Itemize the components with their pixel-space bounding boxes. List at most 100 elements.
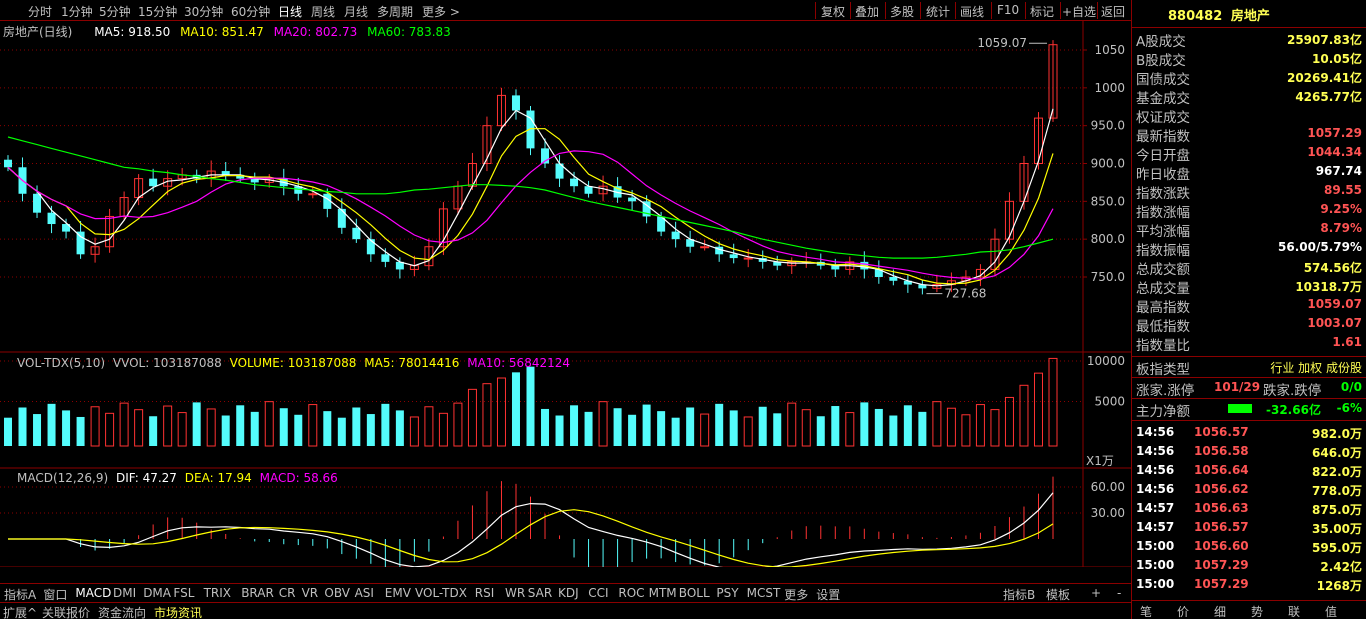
candle-body xyxy=(337,208,346,228)
fall-count-value: 0/0 xyxy=(1340,380,1362,394)
stat-value: 1.61 xyxy=(1332,335,1362,349)
tick-row[interactable]: 14:56 1056.62 778.0万 xyxy=(1136,480,1362,499)
tick-row[interactable]: 15:00 1057.29 1268万 xyxy=(1136,575,1362,594)
indicator-tab[interactable]: BOLL xyxy=(679,586,710,600)
period-daily[interactable]: 日线 xyxy=(278,3,302,20)
indicator-tab[interactable]: VOL-TDX xyxy=(415,586,467,600)
volume-bar xyxy=(366,414,375,446)
main-net-value: -32.66亿 xyxy=(1266,403,1321,417)
tick-row[interactable]: 15:00 1056.60 595.0万 xyxy=(1136,537,1362,556)
related-quotes-tab[interactable]: 关联报价 xyxy=(42,604,90,619)
period-more[interactable]: 更多 > xyxy=(422,3,460,20)
stats-button[interactable]: 统计 xyxy=(926,3,950,20)
indicator-tab[interactable]: CR xyxy=(279,586,296,600)
indicator-tab[interactable]: OBV xyxy=(324,586,350,600)
price-tick-label: 1050 xyxy=(1094,43,1125,57)
expand-tab[interactable]: 扩展^ xyxy=(3,604,37,619)
tick-time: 15:00 xyxy=(1136,539,1175,553)
tick-row[interactable]: 14:57 1056.63 875.0万 xyxy=(1136,499,1362,518)
stat-label: 最低指数 xyxy=(1136,319,1190,335)
tick-row[interactable]: 15:00 1057.29 2.42亿 xyxy=(1136,556,1362,575)
indicator-tab[interactable]: PSY xyxy=(716,586,738,600)
add-watchlist-button[interactable]: +自选 xyxy=(1062,3,1096,20)
period-60min[interactable]: 60分钟 xyxy=(231,3,270,20)
indicator-tab[interactable]: VR xyxy=(302,586,319,600)
tick-price: 1056.60 xyxy=(1194,539,1249,553)
tick-row[interactable]: 14:57 1056.57 35.00万 xyxy=(1136,518,1362,537)
volume-bar xyxy=(4,417,12,446)
indicator-tab[interactable]: CCI xyxy=(588,586,608,600)
tick-row[interactable]: 14:56 1056.64 822.0万 xyxy=(1136,461,1362,480)
period-multi[interactable]: 多周期 xyxy=(377,3,413,20)
indicator-tab[interactable]: 更多 xyxy=(784,586,808,603)
tick-row[interactable]: 14:56 1056.57 982.0万 xyxy=(1136,423,1362,442)
indicator-tab[interactable]: MACD xyxy=(75,586,111,600)
indicator-tab[interactable]: DMI xyxy=(113,586,136,600)
tick-row[interactable]: 14:56 1056.58 646.0万 xyxy=(1136,442,1362,461)
indicator-tab[interactable]: EMV xyxy=(385,586,411,600)
stock-code: 880482 xyxy=(1168,9,1223,24)
indicator-tab-right[interactable]: + xyxy=(1091,586,1101,600)
toolbar-divider xyxy=(955,2,956,19)
candle-body xyxy=(4,159,12,168)
volume-indicator-label: VOL-TDX(5,10) xyxy=(17,356,106,370)
indicator-tab-right[interactable]: 指标B xyxy=(1003,586,1035,603)
period-tick[interactable]: 分时 xyxy=(28,3,52,20)
volume-bar xyxy=(541,408,550,446)
stat-row: 总成交额 574.56亿 xyxy=(1136,258,1362,278)
market-news-tab[interactable]: 市场资讯 xyxy=(154,604,202,619)
indicator-tab[interactable]: SAR xyxy=(528,586,552,600)
period-weekly[interactable]: 周线 xyxy=(311,3,335,20)
panel-tab[interactable]: 值 xyxy=(1325,603,1337,619)
indicator-tab[interactable]: TRIX xyxy=(204,586,231,600)
indicator-tab[interactable]: BRAR xyxy=(241,586,274,600)
indicator-tab-right[interactable]: 模板 xyxy=(1046,586,1070,603)
stat-value: 25907.83亿 xyxy=(1286,33,1362,47)
period-5min[interactable]: 5分钟 xyxy=(99,3,131,20)
mark-button[interactable]: 标记 xyxy=(1030,3,1054,20)
period-15min[interactable]: 15分钟 xyxy=(138,3,177,20)
volume-bar xyxy=(76,416,85,446)
period-monthly[interactable]: 月线 xyxy=(344,3,368,20)
volume-bar xyxy=(47,403,56,446)
volume-bar xyxy=(308,404,318,447)
volume-bar xyxy=(845,412,855,447)
indicator-tab[interactable]: FSL xyxy=(173,586,194,600)
panel-tab[interactable]: 势 xyxy=(1251,603,1263,619)
panel-tab[interactable]: 笔 xyxy=(1140,603,1152,619)
stat-label: 平均涨幅 xyxy=(1136,224,1190,240)
period-30min[interactable]: 30分钟 xyxy=(184,3,223,20)
f10-button[interactable]: F10 xyxy=(997,3,1019,17)
indicator-tab[interactable]: 窗口 xyxy=(43,586,67,603)
indicator-tab[interactable]: ASI xyxy=(355,586,374,600)
stat-row: 最新指数 1057.29 xyxy=(1136,125,1362,145)
back-button[interactable]: 返回 xyxy=(1101,3,1125,20)
panel-tab[interactable]: 细 xyxy=(1214,603,1226,619)
volume-bar xyxy=(352,407,361,446)
panel-tab[interactable]: 联 xyxy=(1288,603,1300,619)
indicator-tab[interactable]: KDJ xyxy=(558,586,579,600)
indicator-tab[interactable]: 设置 xyxy=(816,586,840,603)
volume-bar xyxy=(657,411,666,446)
multi-stock-button[interactable]: 多股 xyxy=(890,3,914,20)
stat-value: 10318.7万 xyxy=(1295,280,1362,294)
fund-flow-tab[interactable]: 资金流向 xyxy=(98,604,146,619)
draw-button[interactable]: 画线 xyxy=(960,3,984,20)
period-1min[interactable]: 1分钟 xyxy=(61,3,93,20)
indicator-tab-right[interactable]: - xyxy=(1117,586,1121,600)
rise-count-value: 101/29 xyxy=(1214,380,1261,394)
panel-tab[interactable]: 价 xyxy=(1177,603,1189,619)
overlay-button[interactable]: 叠加 xyxy=(855,3,879,20)
indicator-tab[interactable]: MTM xyxy=(649,586,677,600)
volume-bar xyxy=(149,416,158,446)
indicator-tab[interactable]: WR xyxy=(505,586,525,600)
indicator-tab[interactable]: DMA xyxy=(143,586,171,600)
kline-chart-area[interactable]: 1050 1000 950.0 900.0 850.0 800.0 750.0 1059.07… xyxy=(0,21,1131,584)
adjust-button[interactable]: 复权 xyxy=(821,3,845,20)
volume-bar xyxy=(221,415,230,446)
indicator-tab[interactable]: ROC xyxy=(618,586,644,600)
indicator-tab[interactable]: RSI xyxy=(475,586,495,600)
volume-bar xyxy=(105,412,115,447)
indicator-tab[interactable]: MCST xyxy=(747,586,781,600)
indicator-tab[interactable]: 指标A xyxy=(4,586,36,603)
